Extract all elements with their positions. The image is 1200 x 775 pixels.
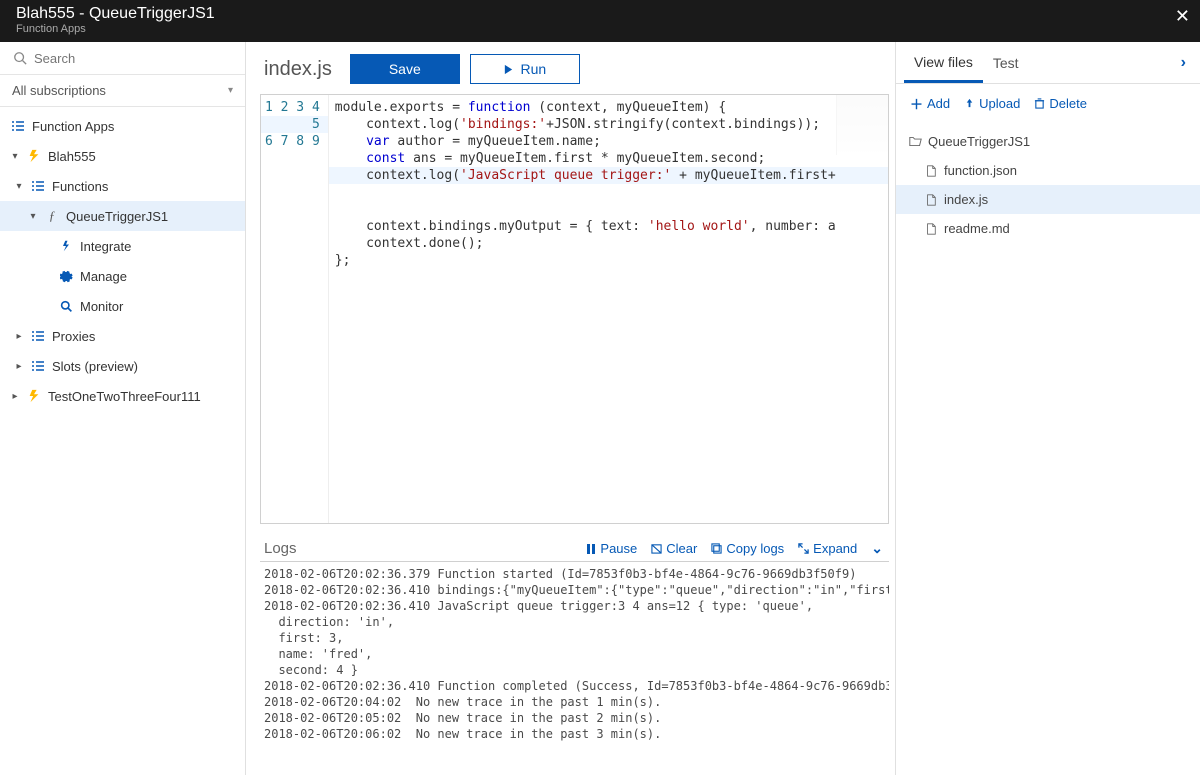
- delete-button[interactable]: Delete: [1034, 94, 1087, 113]
- file-label: index.js: [944, 192, 988, 207]
- content-area: index.js Save Run 1 2 3 4 5 6 7 8 9 modu…: [246, 42, 895, 775]
- tree-label: QueueTriggerJS1: [66, 209, 168, 224]
- right-tabs: View files Test ›: [896, 42, 1200, 84]
- tree-monitor[interactable]: Monitor: [0, 291, 245, 321]
- clear-icon: [651, 543, 662, 554]
- file-icon: [924, 193, 938, 207]
- add-button[interactable]: ＋Add: [910, 94, 950, 113]
- pause-button[interactable]: Pause: [586, 541, 637, 556]
- list-icon: [30, 328, 46, 344]
- search-icon: [58, 298, 74, 314]
- save-button[interactable]: Save: [350, 54, 460, 84]
- folder-open-icon: [908, 135, 922, 149]
- close-icon[interactable]: ✕: [1175, 6, 1190, 27]
- file-icon: [924, 222, 938, 236]
- editor-toolbar: index.js Save Run: [260, 54, 895, 94]
- file-function-json[interactable]: function.json: [896, 156, 1200, 185]
- search-icon: [12, 50, 28, 66]
- logs-body[interactable]: 2018-02-06T20:02:36.379 Function started…: [260, 562, 889, 775]
- function-icon: ƒ: [44, 208, 60, 224]
- file-label: readme.md: [944, 221, 1010, 236]
- tree-label: Function Apps: [32, 119, 114, 134]
- function-app-icon: [26, 388, 42, 404]
- logs-title: Logs: [264, 540, 297, 557]
- subscriptions-dropdown[interactable]: All subscriptions ▾: [0, 75, 245, 107]
- file-icon: [924, 164, 938, 178]
- right-panel: View files Test › ＋Add Upload Delete Que…: [895, 42, 1200, 775]
- tree: Function Apps ▾ Blah555 ▾ Functions ▾ ƒ …: [0, 107, 245, 415]
- tree-functions[interactable]: ▾ Functions: [0, 171, 245, 201]
- run-button[interactable]: Run: [470, 54, 580, 84]
- tree-label: Integrate: [80, 239, 131, 254]
- chevron-right-icon[interactable]: ›: [1175, 48, 1192, 78]
- tree-label: Blah555: [48, 149, 96, 164]
- filename-label: index.js: [264, 58, 332, 81]
- plus-icon: ＋: [910, 94, 923, 113]
- sidebar: All subscriptions ▾ Function Apps ▾ Blah…: [0, 42, 246, 775]
- list-icon: [30, 358, 46, 374]
- page-subtitle: Function Apps: [16, 23, 1184, 36]
- folder-label: QueueTriggerJS1: [928, 134, 1030, 149]
- file-label: function.json: [944, 163, 1017, 178]
- tree-slots[interactable]: ▸ Slots (preview): [0, 351, 245, 381]
- tree-label: Manage: [80, 269, 127, 284]
- trash-icon: [1034, 98, 1045, 109]
- search-input[interactable]: [34, 51, 233, 66]
- chevron-down-icon: ▾: [228, 85, 233, 96]
- function-app-icon: [26, 148, 42, 164]
- chevron-down-icon[interactable]: ⌄: [871, 540, 883, 557]
- subscriptions-label: All subscriptions: [12, 83, 106, 98]
- file-readme-md[interactable]: readme.md: [896, 214, 1200, 243]
- file-folder[interactable]: QueueTriggerJS1: [896, 127, 1200, 156]
- minimap[interactable]: [836, 95, 888, 155]
- line-gutter: 1 2 3 4 5 6 7 8 9: [261, 95, 329, 523]
- tree-function-apps[interactable]: Function Apps: [0, 111, 245, 141]
- caret-right-icon: ▸: [14, 331, 24, 342]
- caret-right-icon: ▸: [14, 361, 24, 372]
- tree-label: Slots (preview): [52, 359, 138, 374]
- tree-app-testonetwothreefour[interactable]: ▸ TestOneTwoThreeFour111: [0, 381, 245, 411]
- list-icon: [10, 118, 26, 134]
- tab-view-files[interactable]: View files: [904, 44, 983, 83]
- tree-label: TestOneTwoThreeFour111: [48, 389, 201, 404]
- code-editor[interactable]: 1 2 3 4 5 6 7 8 9 module.exports = funct…: [260, 94, 889, 524]
- file-actions: ＋Add Upload Delete: [896, 84, 1200, 123]
- tree-label: Proxies: [52, 329, 95, 344]
- copy-icon: [711, 543, 722, 554]
- search-row[interactable]: [0, 42, 245, 75]
- play-icon: [503, 64, 514, 75]
- expand-button[interactable]: Expand: [798, 541, 857, 556]
- file-tree: QueueTriggerJS1 function.json index.js r…: [896, 123, 1200, 247]
- tree-label: Monitor: [80, 299, 123, 314]
- logs-panel: Logs Pause Clear Copy logs Expand ⌄ 2018…: [260, 536, 889, 775]
- clear-button[interactable]: Clear: [651, 541, 697, 556]
- tree-fn-queuetriggerjs1[interactable]: ▾ ƒ QueueTriggerJS1: [0, 201, 245, 231]
- tree-integrate[interactable]: Integrate: [0, 231, 245, 261]
- page-title: Blah555 - QueueTriggerJS1: [16, 4, 1184, 23]
- gear-icon: [58, 268, 74, 284]
- pause-icon: [586, 544, 596, 554]
- tree-proxies[interactable]: ▸ Proxies: [0, 321, 245, 351]
- file-index-js[interactable]: index.js: [896, 185, 1200, 214]
- tree-label: Functions: [52, 179, 108, 194]
- list-icon: [30, 178, 46, 194]
- tab-test[interactable]: Test: [983, 45, 1029, 81]
- expand-icon: [798, 543, 809, 554]
- copy-logs-button[interactable]: Copy logs: [711, 541, 784, 556]
- code-body[interactable]: module.exports = function (context, myQu…: [329, 95, 888, 523]
- caret-down-icon: ▾: [10, 151, 20, 162]
- caret-down-icon: ▾: [28, 211, 38, 222]
- caret-right-icon: ▸: [10, 391, 20, 402]
- tree-manage[interactable]: Manage: [0, 261, 245, 291]
- upload-button[interactable]: Upload: [964, 94, 1020, 113]
- upload-icon: [964, 98, 975, 109]
- bolt-icon: [58, 238, 74, 254]
- caret-down-icon: ▾: [14, 181, 24, 192]
- header-bar: Blah555 - QueueTriggerJS1 Function Apps …: [0, 0, 1200, 42]
- tree-app-blah555[interactable]: ▾ Blah555: [0, 141, 245, 171]
